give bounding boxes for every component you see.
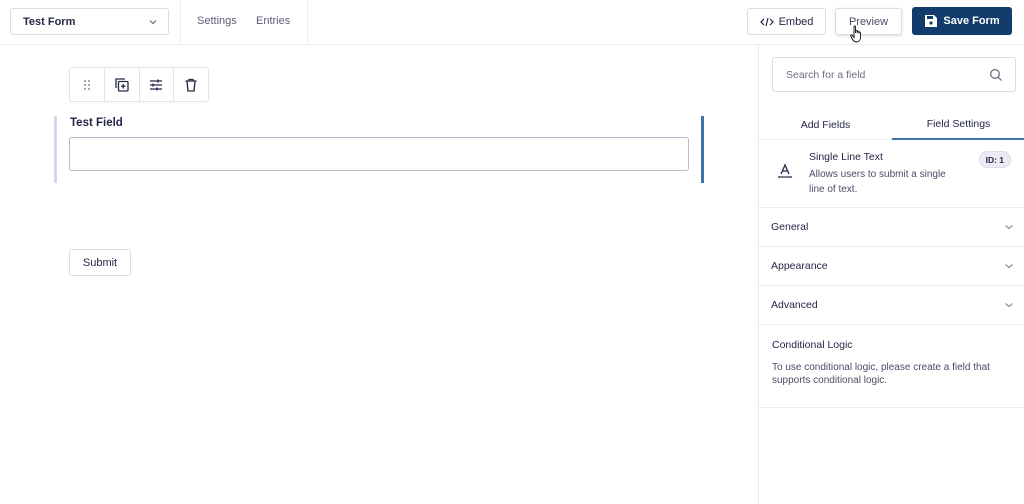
save-form-button[interactable]: Save Form [912, 7, 1012, 35]
field-info-card: Single Line Text Allows users to submit … [759, 141, 1024, 208]
selected-field[interactable]: Test Field [54, 116, 704, 183]
field-settings-button[interactable] [140, 68, 175, 101]
drag-handle-icon [83, 79, 90, 90]
sidebar: Search for a field Add Fields Field Sett… [758, 45, 1024, 504]
nav-entries[interactable]: Entries [256, 15, 290, 27]
text-field-icon [778, 163, 792, 178]
section-general[interactable]: General [759, 208, 1024, 247]
field-search-input[interactable]: Search for a field [772, 57, 1016, 92]
delete-field-button[interactable] [174, 68, 208, 101]
embed-button[interactable]: Embed [747, 8, 826, 35]
tab-add-fields[interactable]: Add Fields [759, 110, 892, 140]
chevron-down-icon [1005, 303, 1013, 308]
save-form-label: Save Form [943, 15, 1000, 27]
search-icon [990, 68, 1002, 81]
section-label: Appearance [771, 260, 828, 272]
section-label: General [771, 221, 809, 233]
duplicate-field-button[interactable] [105, 68, 140, 101]
test-field-input[interactable] [69, 137, 689, 171]
sidebar-tabs: Add Fields Field Settings [759, 110, 1024, 140]
chevron-down-icon [149, 19, 157, 24]
preview-button[interactable]: Preview [835, 8, 902, 35]
field-type-description: Allows users to submit a single line of … [809, 169, 946, 195]
section-label: Advanced [771, 299, 818, 311]
section-advanced[interactable]: Advanced [759, 286, 1024, 325]
chevron-down-icon [1005, 225, 1013, 230]
submit-button[interactable]: Submit [69, 249, 131, 276]
hand-cursor-icon [850, 25, 861, 43]
chevron-down-icon [1005, 264, 1013, 269]
conditional-logic-text: To use conditional logic, please create … [772, 362, 990, 386]
drag-handle-button[interactable] [70, 68, 105, 101]
form-selector-label: Test Form [23, 15, 76, 28]
embed-label: Embed [778, 15, 814, 28]
search-placeholder: Search for a field [786, 68, 866, 81]
conditional-logic-title: Conditional Logic [772, 339, 853, 351]
field-toolbar [69, 67, 209, 102]
nav-settings[interactable]: Settings [197, 15, 237, 27]
conditional-logic-section: Conditional Logic To use conditional log… [759, 324, 1024, 408]
divider [180, 0, 181, 44]
trash-icon [185, 78, 197, 92]
divider [307, 0, 308, 44]
tab-field-settings[interactable]: Field Settings [892, 110, 1024, 140]
section-appearance[interactable]: Appearance [759, 247, 1024, 286]
field-id-badge: ID: 1 [978, 151, 1011, 168]
code-icon [759, 17, 774, 26]
field-label: Test Field [70, 117, 123, 129]
form-selector[interactable]: Test Form [10, 8, 169, 35]
field-type-title: Single Line Text [809, 151, 883, 163]
duplicate-icon [114, 77, 129, 92]
top-bar: Test Form Settings Entries Embed Preview… [0, 0, 1024, 45]
settings-sliders-icon [150, 79, 163, 90]
save-icon [925, 15, 938, 27]
